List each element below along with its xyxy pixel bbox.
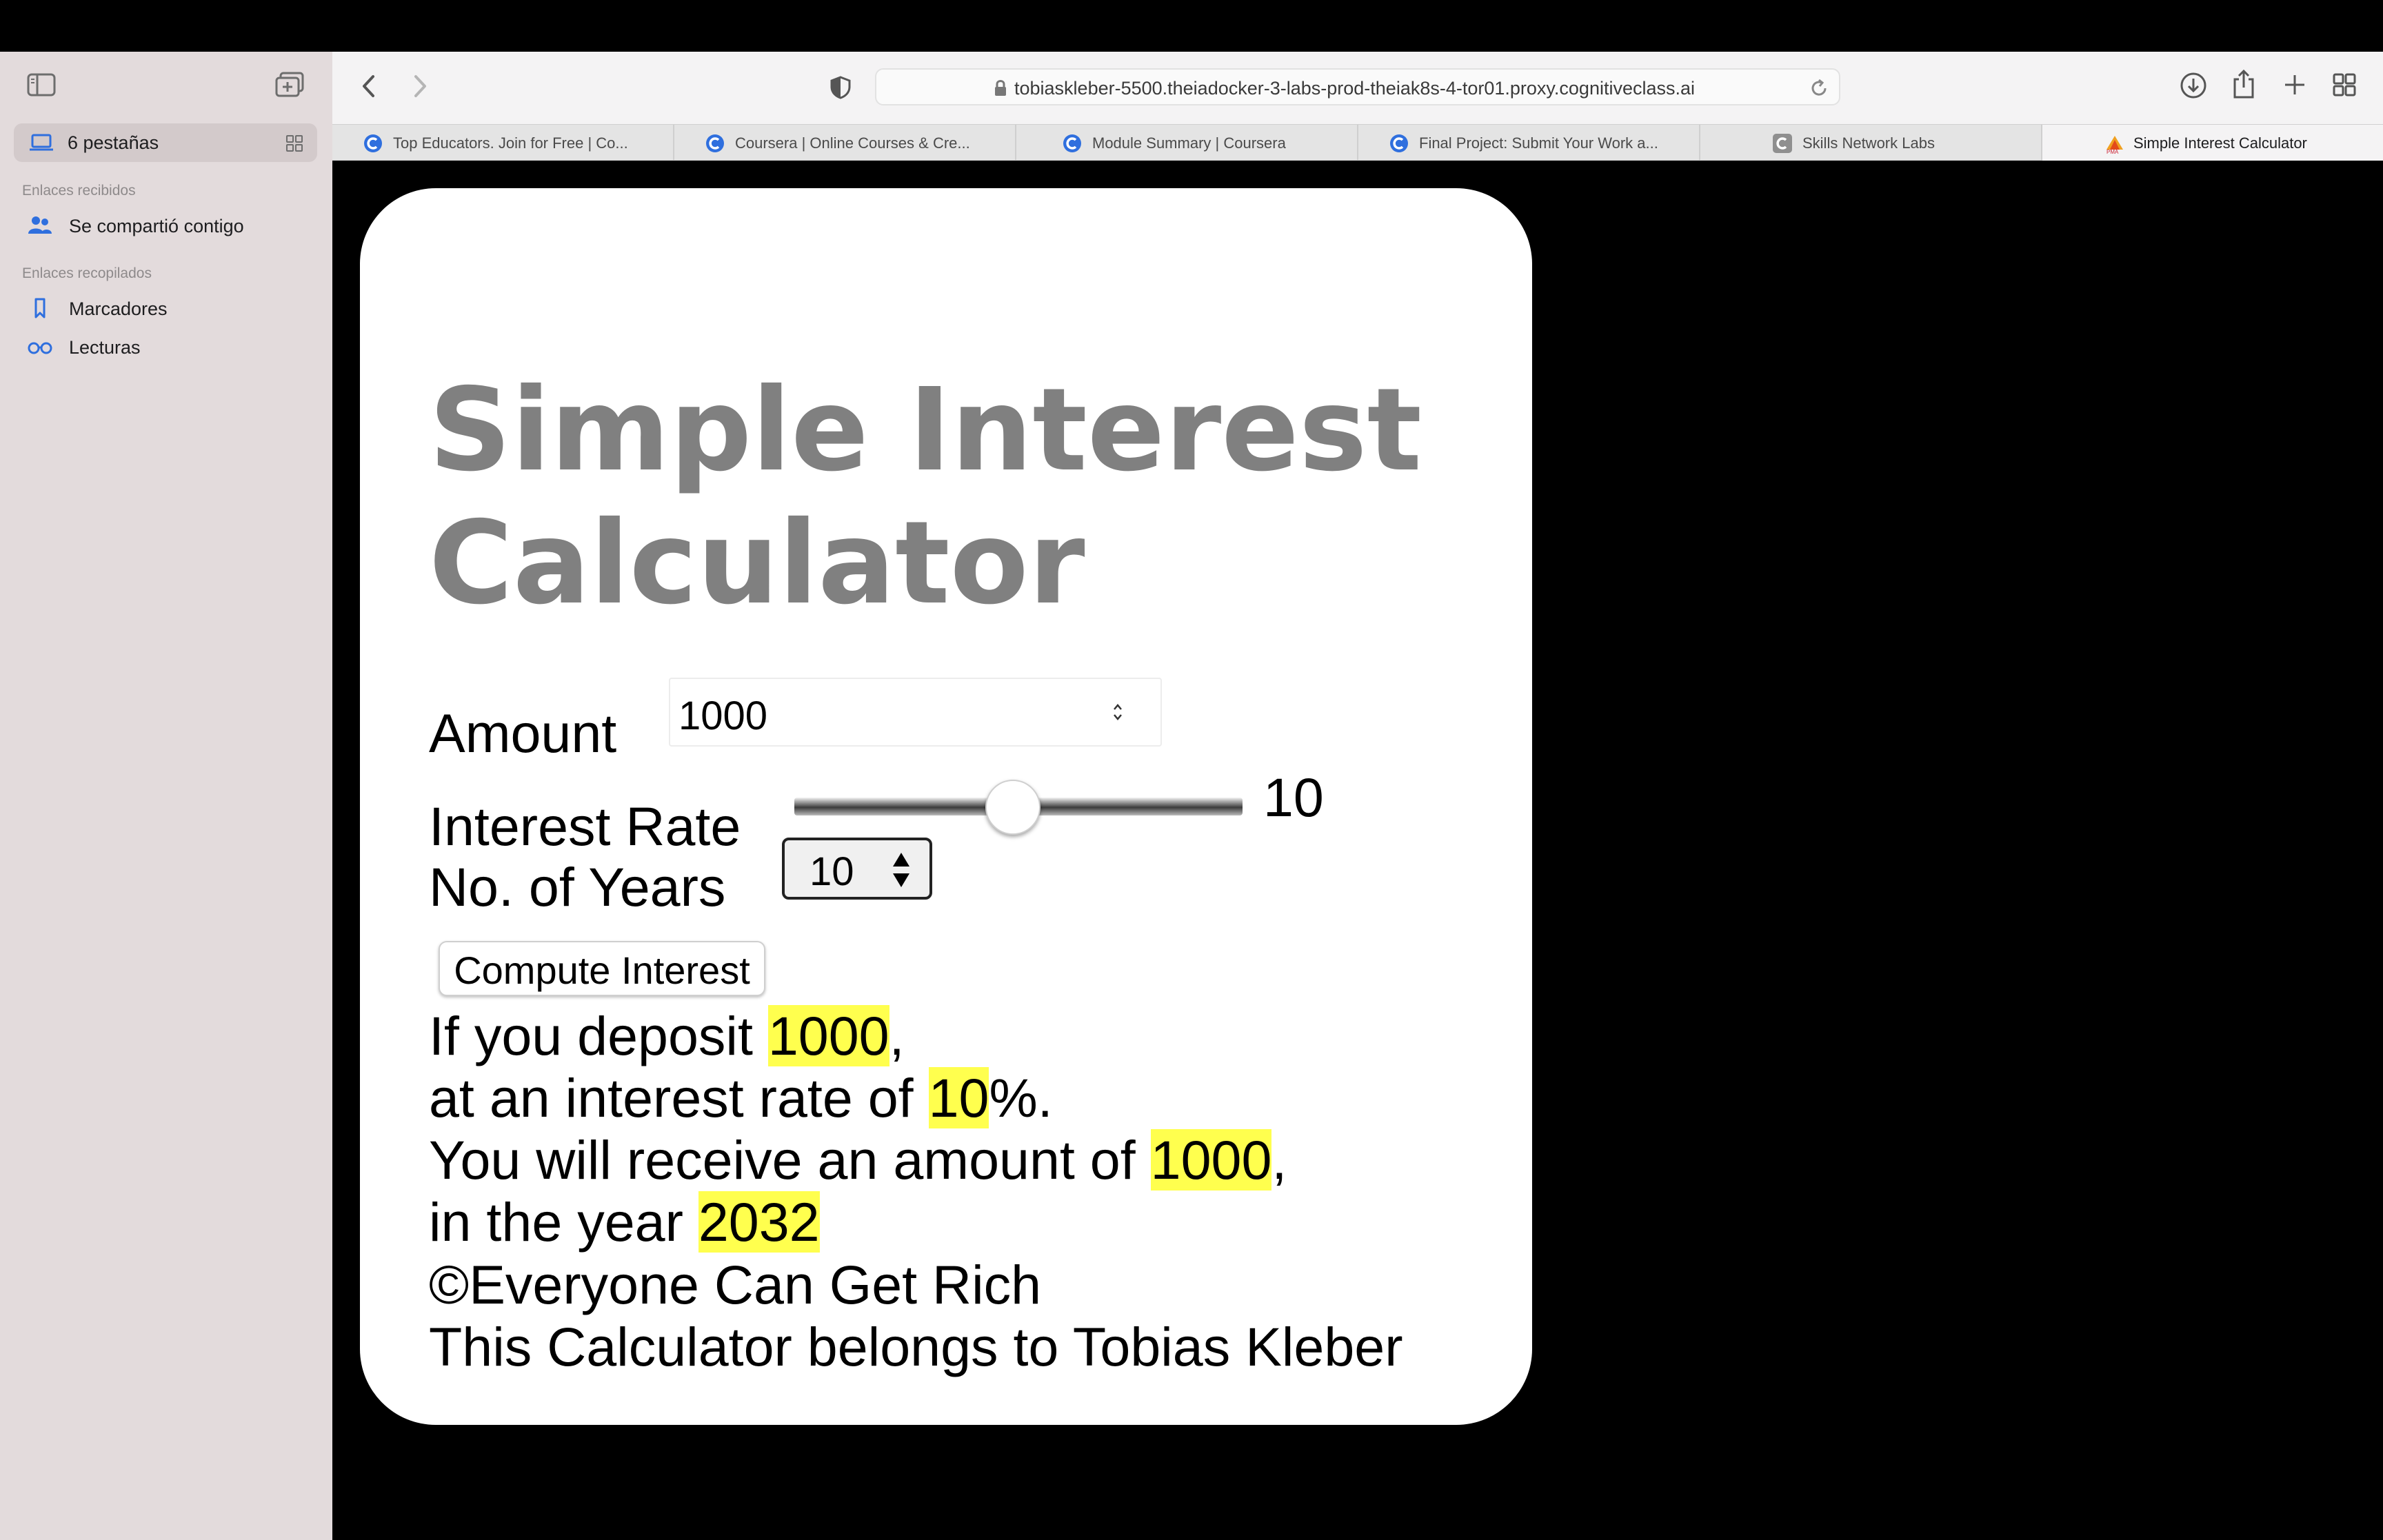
people-icon (28, 216, 52, 234)
stepper-icon[interactable] (1111, 701, 1125, 723)
tab[interactable]: Skills Network Labs (1700, 125, 2042, 161)
coursera-icon (364, 134, 382, 152)
result-suffix: %. (989, 1067, 1053, 1128)
result-suffix: , (1271, 1129, 1287, 1191)
amount-value: 1000 (678, 693, 768, 738)
section-collected-heading: Enlaces recopilados (22, 265, 152, 281)
sidebar-item-bookmarks[interactable]: Marcadores (28, 294, 317, 322)
result-prefix: You will receive an amount of (429, 1129, 1151, 1191)
svg-text:PMA: PMA (2107, 149, 2119, 154)
interest-rate-slider[interactable] (794, 780, 1243, 835)
result-line: at an interest rate of 10%. (429, 1067, 1287, 1129)
tab-bar: Top Educators. Join for Free | Co... Cou… (332, 124, 2383, 161)
result-line: You will receive an amount of 1000, (429, 1129, 1287, 1191)
interest-rate-value: 10 (1263, 767, 1324, 828)
page-title: Simple Interest Calculator (429, 364, 1422, 630)
amount-input[interactable]: 1000 (669, 678, 1162, 747)
rate-result-value: 10 (928, 1067, 989, 1128)
coursera-icon (1390, 134, 1408, 152)
share-icon[interactable] (2230, 68, 2258, 100)
footer: ©Everyone Can Get Rich This Calculator b… (429, 1254, 1403, 1378)
reading-list-label: Lecturas (69, 337, 141, 358)
tab-active[interactable]: PMA Simple Interest Calculator (2042, 125, 2383, 161)
tab-title: Coursera | Online Courses & Cre... (735, 134, 970, 152)
tab[interactable]: Coursera | Online Courses & Cre... (674, 125, 1016, 161)
forward-icon[interactable] (410, 72, 430, 100)
tab-group-item[interactable]: 6 pestañas (14, 123, 317, 162)
new-tab-icon[interactable] (2282, 72, 2307, 97)
skills-network-icon (1773, 134, 1792, 153)
pma-icon: PMA (2107, 136, 2123, 154)
copyright-text: ©Everyone Can Get Rich (429, 1254, 1042, 1315)
interest-rate-label: Interest Rate (429, 796, 741, 857)
amount-result-value: 1000 (1150, 1129, 1272, 1191)
downloads-icon[interactable] (2179, 71, 2208, 100)
result-text: If you deposit 1000, at an interest rate… (429, 1005, 1287, 1253)
slider-thumb[interactable] (985, 780, 1040, 835)
grid-icon[interactable] (285, 134, 303, 152)
glasses-icon (28, 342, 52, 354)
tab-title: Skills Network Labs (1802, 134, 1935, 152)
toolbar: tobiaskleber-5500.theiadocker-3-labs-pro… (332, 52, 2383, 124)
amount-label: Amount (429, 702, 617, 764)
tab-title: Simple Interest Calculator (2133, 134, 2307, 152)
reload-icon[interactable] (1809, 78, 1829, 99)
years-label: No. of Years (429, 856, 726, 918)
privacy-shield-icon[interactable] (829, 75, 852, 100)
address-bar[interactable]: tobiaskleber-5500.theiadocker-3-labs-pro… (875, 68, 1840, 105)
select-arrows-icon (893, 853, 909, 887)
back-icon[interactable] (359, 72, 379, 100)
sidebar-item-reading-list[interactable]: Lecturas (28, 333, 317, 361)
shared-with-you-label: Se compartió contigo (69, 216, 244, 236)
laptop-icon (30, 134, 53, 151)
result-prefix: at an interest rate of (429, 1067, 929, 1128)
year-result-value: 2032 (698, 1191, 820, 1253)
sidebar-toggle-icon[interactable] (26, 71, 57, 99)
result-line: in the year 2032 (429, 1191, 1287, 1253)
bookmarks-label: Marcadores (69, 298, 168, 319)
lock-icon (995, 80, 1006, 96)
safari-window: 6 pestañas Enlaces recibidos Se comparti… (0, 0, 2383, 1540)
bookmark-icon (34, 298, 46, 318)
url-text: tobiaskleber-5500.theiadocker-3-labs-pro… (1014, 78, 1696, 99)
owner-text: This Calculator belongs to Tobias Kleber (429, 1316, 1403, 1377)
sidebar: 6 pestañas Enlaces recibidos Se comparti… (0, 52, 332, 1540)
coursera-icon (1063, 134, 1081, 152)
compute-interest-button[interactable]: Compute Interest (439, 941, 765, 996)
new-tab-group-icon[interactable] (274, 71, 305, 99)
years-value: 10 (810, 849, 854, 894)
tab-title: Top Educators. Join for Free | Co... (393, 134, 628, 152)
deposit-value: 1000 (767, 1005, 889, 1066)
tab-title: Module Summary | Coursera (1092, 134, 1286, 152)
tab-title: Final Project: Submit Your Work a... (1419, 134, 1658, 152)
tab[interactable]: Final Project: Submit Your Work a... (1358, 125, 1700, 161)
calculator-card: Simple Interest Calculator Amount 1000 I… (360, 188, 1532, 1425)
result-prefix: in the year (429, 1191, 698, 1253)
coursera-icon (706, 134, 724, 152)
compute-interest-label: Compute Interest (454, 949, 750, 992)
result-suffix: , (889, 1005, 905, 1066)
tab-group-label: 6 pestañas (68, 132, 159, 153)
result-prefix: If you deposit (429, 1005, 768, 1066)
tab[interactable]: Top Educators. Join for Free | Co... (332, 125, 674, 161)
years-select[interactable]: 10 (782, 838, 932, 900)
tab[interactable]: Module Summary | Coursera (1016, 125, 1358, 161)
section-received-heading: Enlaces recibidos (22, 183, 136, 199)
result-line: If you deposit 1000, (429, 1005, 1287, 1067)
page-content: Simple Interest Calculator Amount 1000 I… (332, 161, 2383, 1540)
tab-overview-icon[interactable] (2332, 72, 2357, 97)
sidebar-item-shared-with-you[interactable]: Se compartió contigo (28, 212, 317, 239)
